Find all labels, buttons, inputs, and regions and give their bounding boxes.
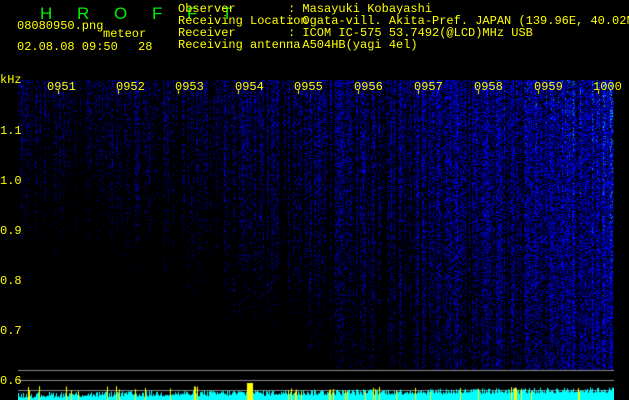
time-label: 0958	[474, 80, 503, 94]
y-axis-unit: kHz	[0, 73, 22, 87]
time-label: 0957	[414, 80, 443, 94]
station-info: Observer: Masayuki Kobayashi Receiving L…	[178, 3, 629, 51]
y-tick-label: 0.6	[0, 374, 22, 388]
time-label: 0959	[534, 80, 563, 94]
meteor-label: meteor	[103, 27, 147, 41]
y-tick-label: 1.0	[0, 174, 22, 188]
time-label: 0954	[235, 80, 264, 94]
time-label: 0953	[175, 80, 204, 94]
file-name: 08080950.png	[17, 19, 104, 33]
time-label: 0951	[47, 80, 76, 94]
meteor-count: 28	[138, 40, 153, 54]
info-antenna: Receiving antenna: A504HB(yagi 4el)	[178, 38, 418, 52]
time-label: 0956	[354, 80, 383, 94]
y-tick-label: 0.8	[0, 274, 22, 288]
time-label: 0952	[116, 80, 145, 94]
time-label: 0955	[294, 80, 323, 94]
timestamp: 02.08.08 09:50	[17, 40, 118, 54]
y-tick-label: 0.9	[0, 224, 22, 238]
y-tick-label: 0.7	[0, 324, 22, 338]
y-tick-label: 1.1	[0, 124, 22, 138]
spectrogram	[18, 80, 614, 400]
time-label: 1000	[593, 80, 622, 94]
